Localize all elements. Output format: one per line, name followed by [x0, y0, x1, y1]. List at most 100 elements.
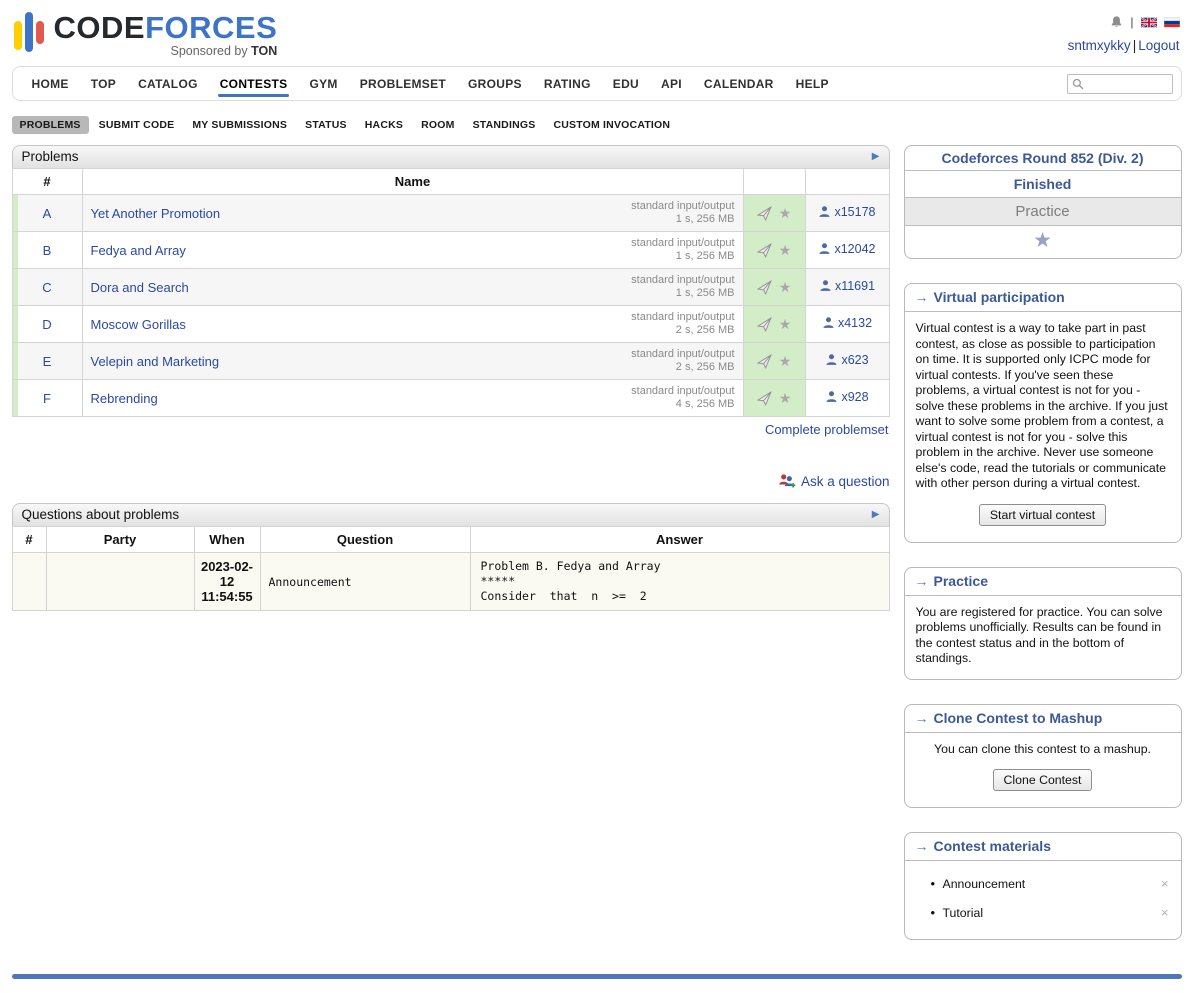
problem-time-memory: 4 s, 256 MB — [631, 398, 734, 411]
problems-caption-label: Problems — [22, 149, 79, 164]
favorite-star-icon[interactable]: ★ — [779, 243, 792, 257]
contest-favorite-star-icon[interactable]: ★ — [1033, 229, 1052, 252]
problem-io: standard input/output — [631, 200, 734, 213]
main-column: Problems ▶ # Name A — [12, 145, 890, 611]
favorite-star-icon[interactable]: ★ — [779, 354, 792, 368]
submit-plane-icon[interactable] — [757, 354, 772, 369]
start-virtual-contest-button[interactable]: Start virtual contest — [979, 504, 1106, 526]
complete-problemset-link[interactable]: Complete problemset — [765, 422, 889, 437]
person-icon — [819, 279, 832, 292]
clone-title-link[interactable]: Clone Contest to Mashup — [934, 710, 1103, 726]
problem-name-link[interactable]: Dora and Search — [91, 280, 189, 295]
materials-title-link[interactable]: Contest materials — [934, 838, 1051, 854]
close-icon[interactable]: × — [1161, 876, 1169, 891]
logo-text-code: CODE — [54, 10, 146, 45]
subnav-item-custom-invocation[interactable]: CUSTOM INVOCATION — [545, 116, 678, 134]
question-date: 2023-02-12 — [197, 559, 258, 589]
problem-name-link[interactable]: Yet Another Promotion — [91, 206, 221, 221]
contest-mode: Practice — [905, 198, 1181, 226]
clone-button-row: Clone Contest — [916, 767, 1170, 795]
nav-item-groups[interactable]: GROUPS — [457, 67, 533, 100]
bell-icon[interactable] — [1110, 15, 1123, 29]
virtual-button-row: Start virtual contest — [916, 502, 1170, 530]
questions-header-when: When — [194, 527, 260, 553]
problem-name-link[interactable]: Velepin and Marketing — [91, 354, 220, 369]
materials-list: Announcement × Tutorial × — [905, 869, 1181, 927]
solved-count-link[interactable]: x623 — [825, 353, 868, 367]
submit-plane-icon[interactable] — [757, 206, 772, 221]
ask-question-icon — [778, 473, 796, 489]
problem-index-link[interactable]: D — [42, 317, 51, 332]
problem-index-link[interactable]: C — [42, 280, 51, 295]
clone-contest-button[interactable]: Clone Contest — [993, 769, 1093, 791]
favorite-star-icon[interactable]: ★ — [779, 206, 792, 220]
practice-title-link[interactable]: Practice — [934, 573, 988, 589]
solved-count-link[interactable]: x15178 — [818, 205, 875, 219]
subnav-item-room[interactable]: ROOM — [413, 116, 462, 134]
subnav-item-my-submissions[interactable]: MY SUBMISSIONS — [184, 116, 295, 134]
ask-question-link[interactable]: Ask a question — [801, 474, 890, 489]
tutorial-link[interactable]: Tutorial — [943, 906, 984, 920]
problems-grid: # Name A Yet Another Promotion standard … — [12, 168, 890, 417]
nav-item-edu[interactable]: EDU — [602, 67, 650, 100]
logo-bars-icon — [14, 12, 45, 52]
questions-table: Questions about problems ▶ # Party When … — [12, 503, 890, 611]
problem-index-link[interactable]: B — [43, 243, 52, 258]
problem-index-link[interactable]: A — [43, 206, 52, 221]
solved-count-link[interactable]: x4132 — [822, 316, 872, 330]
nav-item-help[interactable]: HELP — [785, 67, 840, 100]
ask-question-row: Ask a question — [12, 473, 890, 489]
subnav-item-submit-code[interactable]: SUBMIT CODE — [91, 116, 183, 134]
submit-plane-icon[interactable] — [757, 317, 772, 332]
problem-index-link[interactable]: E — [43, 354, 52, 369]
favorite-star-icon[interactable]: ★ — [779, 391, 792, 405]
header-icons-row: | — [1068, 14, 1180, 30]
material-item-announcement: Announcement × — [905, 869, 1169, 898]
ru-flag-icon[interactable] — [1164, 17, 1180, 28]
arrow-icon: → — [915, 573, 929, 589]
subnav-item-problems[interactable]: PROBLEMS — [12, 116, 89, 134]
clone-text: You can clone this contest to a mashup. — [916, 742, 1170, 758]
nav-item-home[interactable]: HOME — [21, 67, 80, 100]
favorite-star-icon[interactable]: ★ — [779, 280, 792, 294]
caption-arrow-icon[interactable]: ▶ — [872, 510, 880, 520]
nav-item-top[interactable]: TOP — [80, 67, 127, 100]
sidebar: Codeforces Round 852 (Div. 2) Finished P… — [904, 145, 1182, 964]
submit-plane-icon[interactable] — [757, 391, 772, 406]
subnav-item-status[interactable]: STATUS — [297, 116, 355, 134]
solved-count-link[interactable]: x12042 — [818, 242, 875, 256]
logout-link[interactable]: Logout — [1138, 38, 1179, 53]
solved-count-link[interactable]: x928 — [825, 390, 868, 404]
nav-item-calendar[interactable]: CALENDAR — [693, 67, 785, 100]
virtual-title-link[interactable]: Virtual participation — [934, 289, 1065, 305]
problem-name-link[interactable]: Rebrending — [91, 391, 158, 406]
problems-caption-bar: Problems ▶ — [12, 145, 890, 168]
nav-item-api[interactable]: API — [650, 67, 693, 100]
clone-body: You can clone this contest to a mashup. … — [905, 733, 1181, 808]
close-icon[interactable]: × — [1161, 905, 1169, 920]
announcement-link[interactable]: Announcement — [943, 877, 1026, 891]
favorite-star-icon[interactable]: ★ — [779, 317, 792, 331]
problems-header-index: # — [12, 169, 82, 195]
caption-arrow-icon[interactable]: ▶ — [872, 152, 880, 162]
solved-count-link[interactable]: x11691 — [819, 279, 875, 293]
contest-title-link[interactable]: Codeforces Round 852 (Div. 2) — [941, 150, 1143, 166]
questions-header-index: # — [12, 527, 46, 553]
codeforces-logo[interactable]: CODEFORCES Sponsored by TON — [14, 12, 278, 58]
subnav-item-standings[interactable]: STANDINGS — [465, 116, 544, 134]
nav-item-rating[interactable]: RATING — [533, 67, 602, 100]
username-link[interactable]: sntmxykky — [1068, 38, 1131, 53]
nav-item-catalog[interactable]: CATALOG — [127, 67, 209, 100]
problem-name-link[interactable]: Moscow Gorillas — [91, 317, 186, 332]
nav-item-contests[interactable]: CONTESTS — [209, 67, 299, 100]
uk-flag-icon[interactable] — [1141, 17, 1157, 28]
submit-plane-icon[interactable] — [757, 243, 772, 258]
nav-item-problemset[interactable]: PROBLEMSET — [349, 67, 457, 100]
problem-time-memory: 1 s, 256 MB — [631, 213, 734, 226]
problem-index-link[interactable]: F — [43, 391, 51, 406]
problem-name-link[interactable]: Fedya and Array — [91, 243, 186, 258]
contest-info-box: Codeforces Round 852 (Div. 2) Finished P… — [904, 145, 1182, 259]
nav-item-gym[interactable]: GYM — [298, 67, 348, 100]
subnav-item-hacks[interactable]: HACKS — [357, 116, 411, 134]
submit-plane-icon[interactable] — [757, 280, 772, 295]
